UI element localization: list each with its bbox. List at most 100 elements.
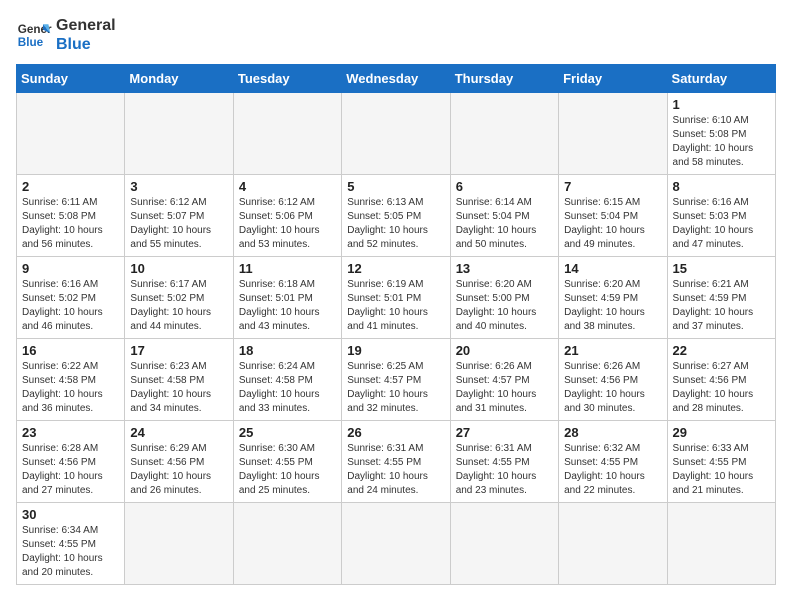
calendar-cell: 2 Sunrise: 6:11 AM Sunset: 5:08 PM Daylig… (17, 175, 125, 257)
calendar-cell: 17Sunrise: 6:23 AM Sunset: 4:58 PM Dayli… (125, 339, 233, 421)
weekday-header-wednesday: Wednesday (342, 65, 450, 93)
calendar-cell: 25Sunrise: 6:30 AM Sunset: 4:55 PM Dayli… (233, 421, 341, 503)
day-number: 4 (239, 179, 336, 194)
calendar-cell: 16 Sunrise: 6:22 AM Sunset: 4:58 PM Dayli… (17, 339, 125, 421)
calendar-cell: 9Sunrise: 6:16 AM Sunset: 5:02 PM Daylig… (17, 257, 125, 339)
day-number: 12 (347, 261, 444, 276)
calendar: SundayMondayTuesdayWednesdayThursdayFrid… (16, 64, 776, 585)
calendar-cell: 30 Sunrise: 6:34 AM Sunset: 4:55 PM Dayli… (17, 503, 125, 585)
calendar-cell: 8Sunrise: 6:16 AM Sunset: 5:03 PM Daylig… (667, 175, 775, 257)
svg-text:Blue: Blue (18, 36, 44, 49)
day-info: Sunrise: 6:18 AM Sunset: 5:01 PM Dayligh… (239, 278, 336, 334)
day-info: Sunrise: 6:32 AM Sunset: 4:55 PM Dayligh… (564, 442, 661, 498)
calendar-cell (559, 503, 667, 585)
day-info: Sunrise: 6:13 AM Sunset: 5:05 PM Dayligh… (347, 196, 444, 252)
calendar-cell (559, 93, 667, 175)
calendar-cell: 1 Sunrise: 6:10 AM Sunset: 5:08 PM Daylig… (667, 93, 775, 175)
day-info: Sunrise: 6:10 AM Sunset: 5:08 PM Dayligh… (673, 114, 770, 170)
day-info: Sunrise: 6:29 AM Sunset: 4:56 PM Dayligh… (130, 442, 227, 498)
day-number: 13 (456, 261, 553, 276)
day-number: 23 (22, 425, 119, 440)
calendar-cell: 6Sunrise: 6:14 AM Sunset: 5:04 PM Daylig… (450, 175, 558, 257)
calendar-cell (450, 503, 558, 585)
day-number: 21 (564, 343, 661, 358)
day-info: Sunrise: 6:26 AM Sunset: 4:57 PM Dayligh… (456, 360, 553, 416)
day-number: 29 (673, 425, 770, 440)
day-number: 6 (456, 179, 553, 194)
logo-blue: Blue (56, 35, 116, 54)
day-number: 1 (673, 97, 770, 112)
day-number: 14 (564, 261, 661, 276)
calendar-cell: 18 Sunrise: 6:24 AM Sunset: 4:58 PM Dayli… (233, 339, 341, 421)
day-number: 16 (22, 343, 119, 358)
day-info: Sunrise: 6:20 AM Sunset: 4:59 PM Dayligh… (564, 278, 661, 334)
logo: General Blue General Blue (16, 16, 116, 54)
header: General Blue General Blue (16, 16, 776, 54)
day-info: Sunrise: 6:24 AM Sunset: 4:58 PM Dayligh… (239, 360, 336, 416)
day-number: 18 (239, 343, 336, 358)
day-number: 9 (22, 261, 119, 276)
calendar-row-0: 1 Sunrise: 6:10 AM Sunset: 5:08 PM Daylig… (17, 93, 776, 175)
calendar-cell: 15 Sunrise: 6:21 AM Sunset: 4:59 PM Dayli… (667, 257, 775, 339)
calendar-row-1: 2 Sunrise: 6:11 AM Sunset: 5:08 PM Daylig… (17, 175, 776, 257)
weekday-header-sunday: Sunday (17, 65, 125, 93)
day-info: Sunrise: 6:27 AM Sunset: 4:56 PM Dayligh… (673, 360, 770, 416)
day-number: 10 (130, 261, 227, 276)
day-info: Sunrise: 6:31 AM Sunset: 4:55 PM Dayligh… (456, 442, 553, 498)
day-info: Sunrise: 6:26 AM Sunset: 4:56 PM Dayligh… (564, 360, 661, 416)
calendar-cell (125, 503, 233, 585)
day-info: Sunrise: 6:19 AM Sunset: 5:01 PM Dayligh… (347, 278, 444, 334)
day-info: Sunrise: 6:15 AM Sunset: 5:04 PM Dayligh… (564, 196, 661, 252)
weekday-header-tuesday: Tuesday (233, 65, 341, 93)
day-number: 20 (456, 343, 553, 358)
weekday-header-monday: Monday (125, 65, 233, 93)
calendar-cell: 24Sunrise: 6:29 AM Sunset: 4:56 PM Dayli… (125, 421, 233, 503)
weekday-header-friday: Friday (559, 65, 667, 93)
day-info: Sunrise: 6:34 AM Sunset: 4:55 PM Dayligh… (22, 524, 119, 580)
calendar-cell: 21 Sunrise: 6:26 AM Sunset: 4:56 PM Dayli… (559, 339, 667, 421)
calendar-row-3: 16 Sunrise: 6:22 AM Sunset: 4:58 PM Dayli… (17, 339, 776, 421)
calendar-cell: 28 Sunrise: 6:32 AM Sunset: 4:55 PM Dayli… (559, 421, 667, 503)
weekday-header-row: SundayMondayTuesdayWednesdayThursdayFrid… (17, 65, 776, 93)
calendar-cell: 4Sunrise: 6:12 AM Sunset: 5:06 PM Daylig… (233, 175, 341, 257)
calendar-cell: 27 Sunrise: 6:31 AM Sunset: 4:55 PM Dayli… (450, 421, 558, 503)
calendar-cell (342, 93, 450, 175)
calendar-cell: 7 Sunrise: 6:15 AM Sunset: 5:04 PM Daylig… (559, 175, 667, 257)
day-info: Sunrise: 6:11 AM Sunset: 5:08 PM Dayligh… (22, 196, 119, 252)
day-number: 15 (673, 261, 770, 276)
calendar-cell (17, 93, 125, 175)
day-number: 28 (564, 425, 661, 440)
day-info: Sunrise: 6:23 AM Sunset: 4:58 PM Dayligh… (130, 360, 227, 416)
day-info: Sunrise: 6:17 AM Sunset: 5:02 PM Dayligh… (130, 278, 227, 334)
calendar-cell: 22 Sunrise: 6:27 AM Sunset: 4:56 PM Dayli… (667, 339, 775, 421)
day-number: 8 (673, 179, 770, 194)
weekday-header-thursday: Thursday (450, 65, 558, 93)
day-number: 2 (22, 179, 119, 194)
calendar-cell (233, 503, 341, 585)
calendar-cell (125, 93, 233, 175)
day-number: 27 (456, 425, 553, 440)
calendar-cell: 23 Sunrise: 6:28 AM Sunset: 4:56 PM Dayli… (17, 421, 125, 503)
day-number: 26 (347, 425, 444, 440)
calendar-cell: 11Sunrise: 6:18 AM Sunset: 5:01 PM Dayli… (233, 257, 341, 339)
calendar-cell: 14 Sunrise: 6:20 AM Sunset: 4:59 PM Dayli… (559, 257, 667, 339)
logo-icon: General Blue (16, 17, 52, 53)
calendar-cell: 10 Sunrise: 6:17 AM Sunset: 5:02 PM Dayli… (125, 257, 233, 339)
day-number: 5 (347, 179, 444, 194)
day-number: 22 (673, 343, 770, 358)
day-number: 7 (564, 179, 661, 194)
day-number: 30 (22, 507, 119, 522)
day-info: Sunrise: 6:28 AM Sunset: 4:56 PM Dayligh… (22, 442, 119, 498)
day-number: 25 (239, 425, 336, 440)
calendar-cell: 29Sunrise: 6:33 AM Sunset: 4:55 PM Dayli… (667, 421, 775, 503)
day-info: Sunrise: 6:20 AM Sunset: 5:00 PM Dayligh… (456, 278, 553, 334)
day-info: Sunrise: 6:25 AM Sunset: 4:57 PM Dayligh… (347, 360, 444, 416)
day-info: Sunrise: 6:22 AM Sunset: 4:58 PM Dayligh… (22, 360, 119, 416)
day-number: 3 (130, 179, 227, 194)
weekday-header-saturday: Saturday (667, 65, 775, 93)
day-info: Sunrise: 6:12 AM Sunset: 5:07 PM Dayligh… (130, 196, 227, 252)
calendar-row-2: 9Sunrise: 6:16 AM Sunset: 5:02 PM Daylig… (17, 257, 776, 339)
calendar-cell: 3 Sunrise: 6:12 AM Sunset: 5:07 PM Daylig… (125, 175, 233, 257)
day-info: Sunrise: 6:21 AM Sunset: 4:59 PM Dayligh… (673, 278, 770, 334)
calendar-cell: 26Sunrise: 6:31 AM Sunset: 4:55 PM Dayli… (342, 421, 450, 503)
